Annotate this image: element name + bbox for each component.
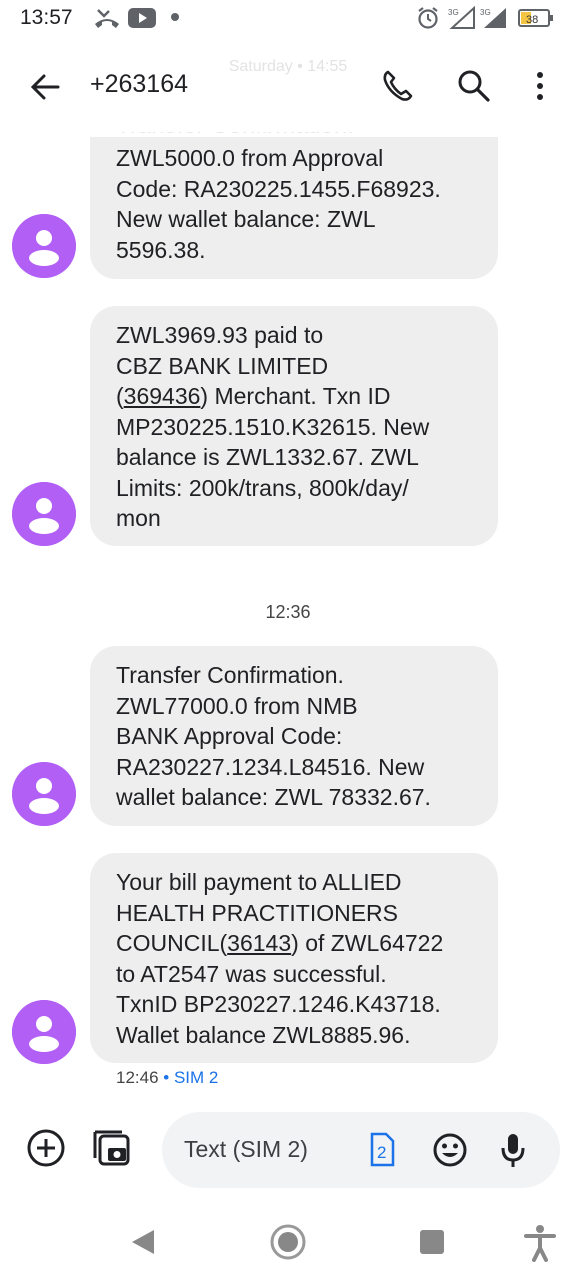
message-line: RA230227.1234.L84516. New (116, 753, 425, 780)
message-input-placeholder: Text (SIM 2) (184, 1136, 308, 1162)
nav-home-icon[interactable] (268, 1222, 308, 1262)
text-fragment: ) Merchant. Txn ID (200, 383, 391, 409)
message-bubble[interactable]: ZWL5000.0 from Approval Code: RA230225.1… (90, 137, 498, 279)
message-line: TxnID BP230227.1246.K43718. (116, 991, 441, 1017)
meta-separator: • (163, 1068, 170, 1087)
nav-back-icon[interactable] (124, 1222, 164, 1262)
svg-text:38: 38 (526, 14, 538, 26)
svg-text:3G: 3G (480, 8, 491, 17)
compose-bar: Text (SIM 2) 2 (0, 1106, 576, 1196)
status-bar: 13:57 3G 3G 38 (0, 0, 576, 36)
message-line: to AT2547 was successful. (116, 960, 387, 987)
add-attachment-icon[interactable] (24, 1126, 68, 1170)
message-line: Your bill payment to ALLIED (116, 869, 402, 895)
microphone-icon[interactable] (498, 1132, 528, 1170)
status-time: 13:57 (20, 6, 73, 29)
search-icon[interactable] (456, 68, 492, 104)
message-line: BANK Approval Code: (116, 723, 343, 749)
message-bubble[interactable]: Transfer Confirmation. ZWL77000.0 from N… (90, 646, 498, 826)
back-arrow-icon[interactable] (28, 70, 62, 104)
accessibility-icon[interactable] (520, 1222, 560, 1262)
message-line: Transfer Confirmation. (116, 662, 344, 688)
merchant-code-link[interactable]: 36143 (227, 930, 291, 956)
battery-icon: 38 (518, 9, 553, 27)
sim-selector-icon[interactable]: 2 (368, 1132, 396, 1168)
message-bubble[interactable]: ZWL3969.93 paid to CBZ BANK LIMITED (369… (90, 306, 498, 546)
message-line: MP230225.1510.K32615. New (116, 413, 430, 440)
sim-badge: 2 (377, 1143, 386, 1162)
navigation-bar (0, 1200, 576, 1280)
emoji-icon[interactable] (432, 1132, 468, 1168)
signal-sim2-icon: 3G (480, 8, 506, 28)
message-line: mon (116, 505, 161, 531)
text-fragment: COUNCIL( (116, 930, 228, 956)
call-icon[interactable] (380, 68, 416, 104)
contact-title[interactable]: +263164 (90, 70, 188, 99)
message-line: CBZ BANK LIMITED (116, 352, 329, 379)
message-line: Limits: 200k/trans, 800k/day/ (116, 474, 409, 501)
message-line: (369436) Merchant. Txn ID (116, 381, 478, 412)
message-line: 5596.38. (116, 236, 206, 263)
message-line: Wallet balance ZWL8885.96. (116, 1021, 411, 1048)
signal-sim1-icon: 3G (448, 6, 475, 29)
time-divider: 12:36 (265, 602, 311, 622)
text-fragment: ( (116, 383, 124, 409)
alarm-icon (418, 7, 438, 29)
more-options-icon[interactable] (524, 68, 560, 104)
youtube-icon (128, 8, 156, 28)
message-meta: 12:46 • SIM 2 (116, 1068, 218, 1088)
notification-dot-icon (171, 13, 179, 21)
sim-label: SIM 2 (173, 1068, 219, 1087)
contact-avatar-icon[interactable] (12, 1000, 76, 1064)
message-line: Code: RA230225.1455.F68923. (116, 175, 441, 202)
message-bubble[interactable]: Your bill payment to ALLIED HEALTH PRACT… (90, 853, 498, 1063)
message-line: ZWL5000.0 from Approval (116, 145, 384, 171)
message-input[interactable]: Text (SIM 2) 2 (162, 1112, 560, 1188)
nav-recents-icon[interactable] (412, 1222, 452, 1262)
contact-avatar-icon[interactable] (12, 762, 76, 826)
message-line: HEALTH PRACTITIONERS (116, 899, 398, 926)
message-line: COUNCIL(36143) of ZWL64722 (116, 928, 478, 959)
message-line: balance is ZWL1332.67. ZWL (116, 444, 419, 470)
message-line: ZWL77000.0 from NMB (116, 692, 358, 719)
message-time: 12:46 (116, 1068, 159, 1087)
message-line: New wallet balance: ZWL (116, 206, 376, 232)
message-line: wallet balance: ZWL 78332.67. (116, 784, 431, 810)
svg-text:3G: 3G (448, 8, 459, 17)
contact-avatar-icon[interactable] (12, 482, 76, 546)
gallery-icon[interactable] (92, 1126, 136, 1170)
text-fragment: ) of ZWL64722 (291, 930, 444, 956)
app-bar: Saturday • 14:55 +263164 (0, 40, 576, 132)
missed-call-icon (95, 9, 119, 28)
message-line: ZWL3969.93 paid to (116, 322, 324, 348)
merchant-code-link[interactable]: 369436 (124, 383, 201, 409)
contact-avatar-icon[interactable] (12, 214, 76, 278)
